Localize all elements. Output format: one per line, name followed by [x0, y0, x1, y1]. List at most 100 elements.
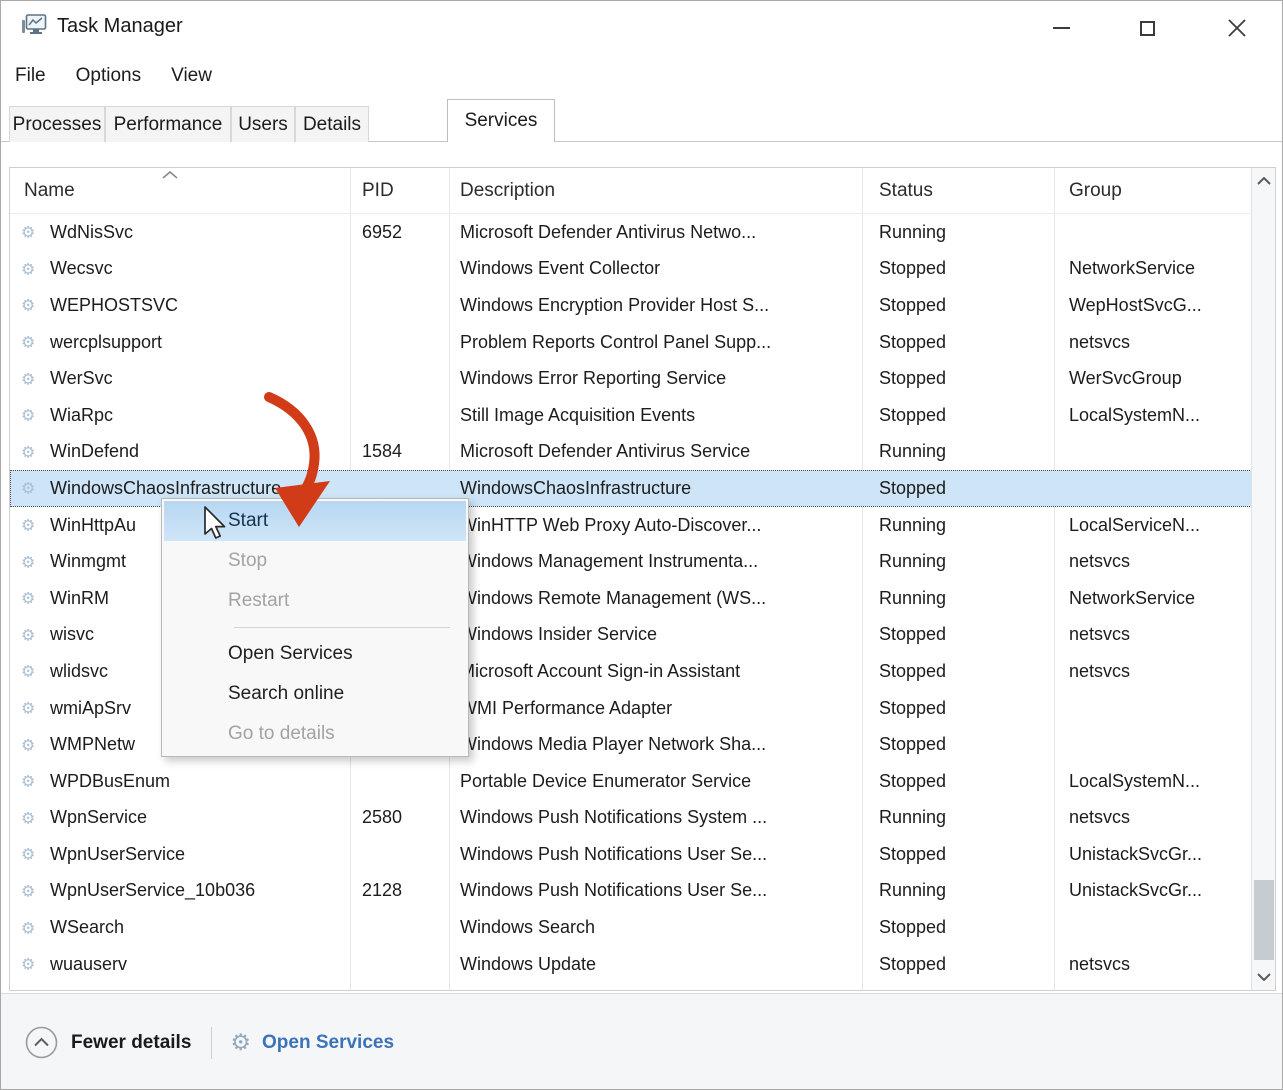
service-status-cell: Stopped — [862, 653, 1054, 690]
service-description-cell: Windows Update — [449, 946, 862, 983]
scroll-up-button[interactable] — [1252, 168, 1276, 194]
menubar-item-file[interactable]: File — [15, 65, 46, 87]
column-header-pid[interactable]: PID — [350, 168, 449, 213]
service-gear-icon: ⚙ — [21, 552, 35, 571]
maximize-icon — [1140, 21, 1155, 36]
service-description-cell: Windows Encryption Provider Host S... — [449, 287, 862, 324]
service-status-cell: Stopped — [862, 726, 1054, 763]
service-status-cell: Stopped — [862, 617, 1054, 654]
service-pid-cell: 2128 — [350, 873, 449, 910]
service-group-cell: UnistackSvcGr... — [1054, 873, 1252, 910]
titlebar: Task Manager — [1, 1, 1282, 53]
scroll-down-button[interactable] — [1252, 964, 1276, 990]
service-status-cell: Stopped — [862, 690, 1054, 727]
table-row[interactable]: ⚙WerSvcWindows Error Reporting ServiceSt… — [10, 360, 1252, 397]
table-row[interactable]: ⚙WdNisSvc6952Microsoft Defender Antiviru… — [10, 214, 1252, 251]
table-row[interactable]: ⚙WecsvcWindows Event CollectorStoppedNet… — [10, 251, 1252, 288]
service-description-cell: Microsoft Account Sign-in Assistant — [449, 653, 862, 690]
table-row[interactable]: ⚙WPDBusEnumPortable Device Enumerator Se… — [10, 763, 1252, 800]
service-description-cell: Windows Insider Service — [449, 617, 862, 654]
open-services-label: Open Services — [262, 1032, 394, 1054]
service-gear-icon: ⚙ — [21, 772, 35, 791]
service-gear-icon: ⚙ — [21, 333, 35, 352]
service-gear-icon: ⚙ — [21, 223, 35, 242]
service-description-cell: Windows Search — [449, 909, 862, 946]
table-row[interactable]: ⚙WinDefend1584Microsoft Defender Antivir… — [10, 434, 1252, 471]
scrollbar-thumb[interactable] — [1254, 880, 1274, 960]
minimize-icon — [1053, 27, 1070, 29]
service-gear-icon: ⚙ — [21, 845, 35, 864]
table-row[interactable]: ⚙WpnUserServiceWindows Push Notification… — [10, 836, 1252, 873]
menu-item-open-services[interactable]: Open Services — [164, 634, 466, 674]
table-row[interactable]: ⚙WEPHOSTSVCWindows Encryption Provider H… — [10, 287, 1252, 324]
service-status-cell: Stopped — [862, 324, 1054, 361]
menu-item-search-online[interactable]: Search online — [164, 674, 466, 714]
service-name-cell: ⚙wuauserv — [10, 946, 350, 983]
service-gear-icon: ⚙ — [21, 955, 35, 974]
table-header: NamePIDDescriptionStatusGroup — [10, 168, 1252, 214]
fewer-details-button[interactable]: Fewer details — [25, 1026, 191, 1059]
service-pid-cell — [350, 909, 449, 946]
service-group-cell — [1054, 470, 1252, 507]
table-row[interactable]: ⚙WiaRpcStill Image Acquisition EventsSto… — [10, 397, 1252, 434]
menubar-item-view[interactable]: View — [171, 65, 212, 87]
column-header-status[interactable]: Status — [862, 168, 1054, 213]
tab-users[interactable]: Users — [231, 106, 295, 142]
task-manager-icon — [21, 11, 47, 44]
service-status-cell: Running — [862, 507, 1054, 544]
vertical-scrollbar[interactable] — [1251, 168, 1275, 990]
table-row[interactable]: ⚙wercplsupportProblem Reports Control Pa… — [10, 324, 1252, 361]
footer: Fewer details ⚙ Open Services — [1, 993, 1282, 1090]
chevron-up-icon — [1257, 177, 1271, 185]
service-description-cell: Microsoft Defender Antivirus Netwo... — [449, 214, 862, 251]
service-status-cell: Running — [862, 800, 1054, 837]
tab-services[interactable]: Services — [447, 99, 555, 142]
column-header-name[interactable]: Name — [10, 168, 350, 213]
service-status-cell: Running — [862, 580, 1054, 617]
service-group-cell: NetworkService — [1054, 251, 1252, 288]
task-manager-window: Task Manager File Options View ProcessesPe… — [0, 0, 1283, 1090]
chevron-down-icon — [1257, 973, 1271, 981]
service-description-cell: Windows Management Instrumenta... — [449, 543, 862, 580]
menu-item-go-to-details: Go to details — [164, 714, 466, 754]
table-row[interactable]: ⚙WpnService2580Windows Push Notification… — [10, 800, 1252, 837]
tab-processes[interactable]: Processes — [9, 106, 105, 142]
open-services-link[interactable]: ⚙ Open Services — [230, 1030, 394, 1056]
menu-item-start[interactable]: Start — [164, 501, 466, 541]
service-group-cell: WepHostSvcG... — [1054, 287, 1252, 324]
service-gear-icon: ⚙ — [21, 662, 35, 681]
services-gear-icon: ⚙ — [230, 1030, 251, 1056]
service-pid-cell: 6952 — [350, 214, 449, 251]
service-gear-icon: ⚙ — [21, 735, 35, 754]
service-group-cell — [1054, 690, 1252, 727]
column-header-description[interactable]: Description — [449, 168, 862, 213]
service-name-cell: ⚙WpnService — [10, 800, 350, 837]
table-row[interactable]: ⚙WSearchWindows SearchStopped — [10, 909, 1252, 946]
table-row[interactable]: ⚙wuauservWindows UpdateStoppednetsvcs — [10, 946, 1252, 983]
service-name-cell: ⚙WiaRpc — [10, 397, 350, 434]
context-menu: StartStopRestartOpen ServicesSearch onli… — [161, 498, 469, 757]
service-pid-cell: 2580 — [350, 800, 449, 837]
service-group-cell: netsvcs — [1054, 800, 1252, 837]
table-row[interactable]: ⚙WpnUserService_10b0362128Windows Push N… — [10, 873, 1252, 910]
service-group-cell: UnistackSvcGr... — [1054, 836, 1252, 873]
close-button[interactable] — [1213, 7, 1261, 49]
service-gear-icon: ⚙ — [21, 442, 35, 461]
service-name-cell: ⚙wercplsupport — [10, 324, 350, 361]
service-name-cell: ⚙WpnUserService_10b036 — [10, 873, 350, 910]
service-pid-cell — [350, 397, 449, 434]
tabstrip: ProcessesPerformanceUsersDetails Services — [1, 98, 1282, 143]
service-name-cell: ⚙WerSvc — [10, 360, 350, 397]
service-pid-cell — [350, 763, 449, 800]
minimize-button[interactable] — [1037, 7, 1085, 49]
collapse-circle-icon — [25, 1026, 58, 1059]
service-pid-cell — [350, 360, 449, 397]
menubar-item-options[interactable]: Options — [76, 65, 141, 87]
column-header-group[interactable]: Group — [1054, 168, 1252, 213]
service-name-cell: ⚙WdNisSvc — [10, 214, 350, 251]
tab-details[interactable]: Details — [295, 106, 369, 142]
service-pid-cell — [350, 946, 449, 983]
close-icon — [1228, 19, 1246, 37]
tab-performance[interactable]: Performance — [105, 106, 231, 142]
maximize-button[interactable] — [1123, 7, 1171, 49]
